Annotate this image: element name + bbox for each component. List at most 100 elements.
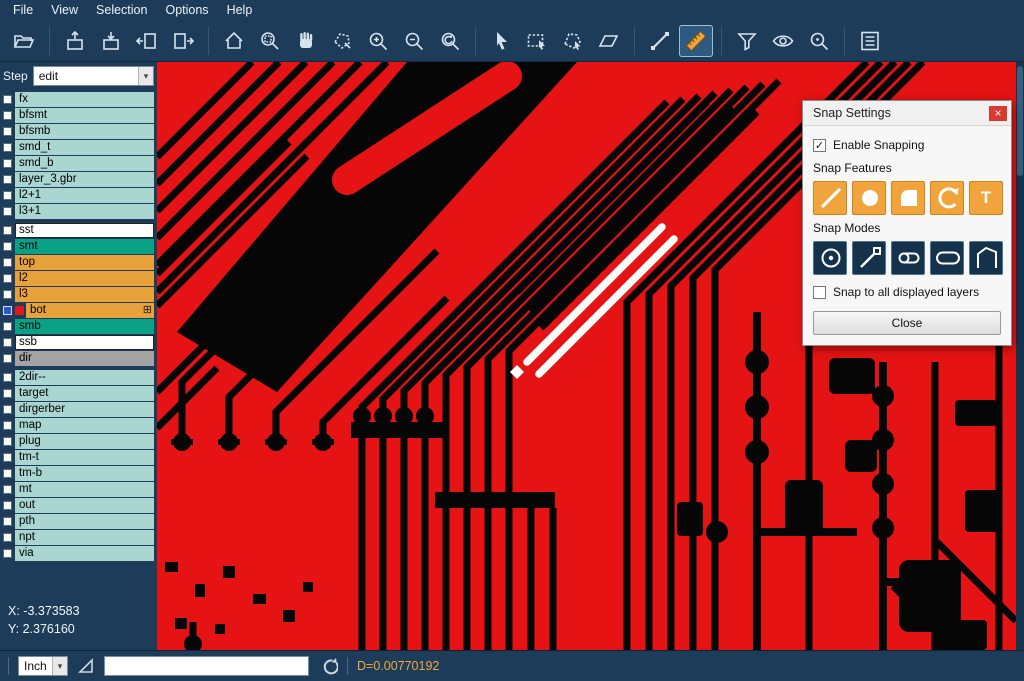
layer-row-layer_3.gbr[interactable]: layer_3.gbr — [0, 172, 157, 187]
layer-visibility-checkbox[interactable] — [3, 373, 12, 382]
layer-row-npt[interactable]: npt — [0, 530, 157, 545]
angle-tool-icon[interactable] — [77, 657, 95, 675]
home-view-button[interactable] — [217, 25, 251, 57]
inspect-button[interactable] — [802, 25, 836, 57]
zoom-window-button[interactable] — [253, 25, 287, 57]
layer-label[interactable]: l3 — [15, 287, 154, 302]
layer-visibility-checkbox[interactable] — [3, 421, 12, 430]
layer-visibility-checkbox[interactable] — [3, 159, 12, 168]
layer-label[interactable]: bot⊞ — [26, 303, 154, 318]
snap-center-button[interactable] — [813, 241, 847, 275]
layer-visibility-checkbox[interactable] — [3, 389, 12, 398]
layer-label[interactable]: tm-t — [15, 450, 154, 465]
snap-outline-button[interactable] — [969, 241, 1003, 275]
layer-row-ssb[interactable]: ssb — [0, 335, 157, 350]
layer-visibility-checkbox[interactable] — [3, 95, 12, 104]
layer-visibility-checkbox[interactable] — [3, 517, 12, 526]
enable-snapping-row[interactable]: ✓ Enable Snapping — [813, 138, 1001, 152]
layer-label[interactable]: target — [15, 386, 154, 401]
select-button[interactable] — [484, 25, 518, 57]
layer-label[interactable]: out — [15, 498, 154, 513]
layer-visibility-checkbox[interactable] — [3, 258, 12, 267]
layer-label[interactable]: plug — [15, 434, 154, 449]
layer-visibility-checkbox[interactable] — [3, 437, 12, 446]
layer-row-dirgerber[interactable]: dirgerber — [0, 402, 157, 417]
close-button[interactable]: Close — [813, 311, 1001, 335]
layer-row-l2+1[interactable]: l2+1 — [0, 188, 157, 203]
layer-row-smb[interactable]: smb — [0, 319, 157, 334]
layer-row-bfsmb[interactable]: bfsmb — [0, 124, 157, 139]
layer-row-l3[interactable]: l3 — [0, 287, 157, 302]
zoom-in-button[interactable] — [361, 25, 395, 57]
layer-label[interactable]: fx — [15, 92, 154, 107]
polygon-select-button[interactable] — [556, 25, 590, 57]
layer-visibility-checkbox[interactable] — [3, 338, 12, 347]
layer-row-2dir--[interactable]: 2dir-- — [0, 370, 157, 385]
scrollbar-thumb[interactable] — [1017, 66, 1023, 176]
layer-label[interactable]: l2 — [15, 271, 154, 286]
layer-active-checkbox[interactable] — [3, 306, 12, 315]
view-options-button[interactable] — [766, 25, 800, 57]
layer-row-smd_t[interactable]: smd_t — [0, 140, 157, 155]
page-back-button[interactable] — [130, 25, 164, 57]
unit-dropdown[interactable]: Inch ▾ — [18, 656, 68, 676]
layer-row-plug[interactable]: plug — [0, 434, 157, 449]
layer-visibility-checkbox[interactable] — [3, 453, 12, 462]
layer-label[interactable]: 2dir-- — [15, 370, 154, 385]
import-down-button[interactable] — [94, 25, 128, 57]
layer-visibility-checkbox[interactable] — [3, 533, 12, 542]
layer-row-out[interactable]: out — [0, 498, 157, 513]
command-input[interactable] — [104, 656, 309, 676]
transform-button[interactable] — [592, 25, 626, 57]
layer-row-mt[interactable]: mt — [0, 482, 157, 497]
snap-text-button[interactable]: T — [969, 181, 1003, 215]
canvas-vertical-scrollbar[interactable] — [1016, 62, 1024, 650]
layer-label[interactable]: smd_t — [15, 140, 154, 155]
zoom-area-button[interactable] — [325, 25, 359, 57]
layer-row-tm-b[interactable]: tm-b — [0, 466, 157, 481]
snap-surface-button[interactable] — [891, 181, 925, 215]
layer-row-sst[interactable]: sst — [0, 223, 157, 238]
layer-label[interactable]: ssb — [15, 335, 154, 350]
menu-help[interactable]: Help — [218, 1, 262, 19]
checkbox-unchecked[interactable] — [813, 286, 826, 299]
import-up-button[interactable] — [58, 25, 92, 57]
layer-visibility-checkbox[interactable] — [3, 274, 12, 283]
layer-row-tm-t[interactable]: tm-t — [0, 450, 157, 465]
layer-label[interactable]: via — [15, 546, 154, 561]
layer-label[interactable]: dir — [15, 351, 154, 366]
layer-label[interactable]: smd_b — [15, 156, 154, 171]
dialog-titlebar[interactable]: Snap Settings × — [803, 101, 1011, 126]
chevron-down-icon[interactable]: ▾ — [138, 67, 153, 85]
close-icon[interactable]: × — [989, 106, 1007, 121]
report-button[interactable] — [853, 25, 887, 57]
menu-options[interactable]: Options — [156, 1, 217, 19]
layer-visibility-checkbox[interactable] — [3, 549, 12, 558]
menu-file[interactable]: File — [4, 1, 42, 19]
layer-label[interactable]: mt — [15, 482, 154, 497]
layer-row-l2[interactable]: l2 — [0, 271, 157, 286]
layer-visibility-checkbox[interactable] — [3, 191, 12, 200]
window-select-button[interactable] — [520, 25, 554, 57]
chevron-down-icon[interactable]: ▾ — [52, 657, 67, 675]
checkbox-checked[interactable]: ✓ — [813, 139, 826, 152]
step-dropdown[interactable]: edit ▾ — [33, 66, 154, 86]
layer-visibility-checkbox[interactable] — [3, 501, 12, 510]
layer-label[interactable]: pth — [15, 514, 154, 529]
snap-line-button[interactable] — [813, 181, 847, 215]
layer-row-map[interactable]: map — [0, 418, 157, 433]
layer-label[interactable]: bfsmt — [15, 108, 154, 123]
layer-visibility-checkbox[interactable] — [3, 111, 12, 120]
layer-visibility-checkbox[interactable] — [3, 290, 12, 299]
snap-slot-button[interactable] — [891, 241, 925, 275]
snap-all-layers-row[interactable]: Snap to all displayed layers — [813, 285, 1001, 299]
layer-label[interactable]: npt — [15, 530, 154, 545]
layer-label[interactable]: bfsmb — [15, 124, 154, 139]
layer-visibility-checkbox[interactable] — [3, 485, 12, 494]
layer-row-target[interactable]: target — [0, 386, 157, 401]
layer-row-dir[interactable]: dir — [0, 351, 157, 366]
layer-visibility-checkbox[interactable] — [3, 322, 12, 331]
measure-button[interactable] — [679, 25, 713, 57]
snap-pad-button[interactable] — [852, 181, 886, 215]
layer-label[interactable]: sst — [15, 223, 154, 238]
